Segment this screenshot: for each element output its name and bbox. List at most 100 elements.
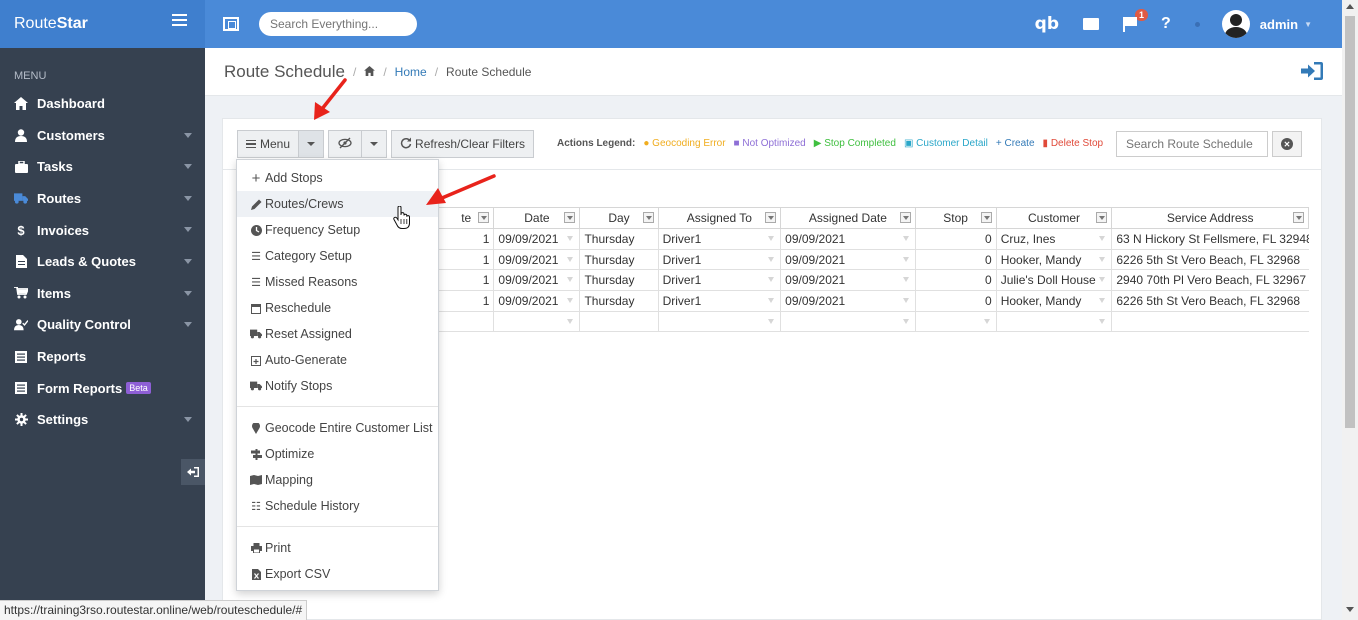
chevron-down-icon[interactable]: ▼: [1304, 20, 1312, 29]
cell-day: Thursday: [580, 291, 659, 311]
plus-icon: +: [251, 169, 261, 187]
menu-item-reset-assigned[interactable]: Reset Assigned: [237, 321, 438, 347]
menu-item-geocode-entire-customer-list[interactable]: Geocode Entire Customer List: [237, 415, 438, 441]
empty-cell: [916, 311, 997, 332]
sidebar-item-customers[interactable]: Customers: [0, 120, 205, 152]
cell-dropdown-icon: [768, 318, 775, 324]
table-row[interactable]: 1 09/09/2021 Thursday Driver1 09/09/2021 0 Jul…: [439, 270, 1309, 292]
cell-dropdown-icon: [768, 256, 775, 262]
cell-rate: 1: [439, 291, 495, 311]
menu-item-optimize[interactable]: Optimize: [237, 441, 438, 467]
column-header-service-address[interactable]: Service Address: [1112, 208, 1309, 228]
caret-down-icon: [184, 290, 192, 296]
column-header-stop[interactable]: Stop: [916, 208, 997, 228]
filter-icon[interactable]: [980, 212, 992, 223]
column-header-date[interactable]: Date: [494, 208, 581, 228]
file-icon: [14, 255, 28, 269]
menu-item-category-setup[interactable]: ☰ Category Setup: [237, 243, 438, 269]
caret-down-icon: [184, 416, 192, 422]
sidebar-toggle-icon[interactable]: [172, 14, 187, 29]
cell-customer: Hooker, Mandy: [997, 249, 1113, 270]
cell-assigned-date: 09/09/2021: [781, 249, 916, 270]
fullscreen-icon[interactable]: [223, 17, 239, 31]
sidebar-item-label: Settings: [37, 412, 89, 428]
filter-icon[interactable]: [642, 212, 654, 223]
sidebar-item-tasks[interactable]: Tasks: [0, 151, 205, 183]
column-header-customer[interactable]: Customer: [997, 208, 1113, 228]
menu-item-auto-generate[interactable]: Auto-Generate: [237, 347, 438, 373]
help-icon[interactable]: ?: [1161, 15, 1171, 33]
menu-item-missed-reasons[interactable]: ☰ Missed Reasons: [237, 269, 438, 295]
table-row[interactable]: 1 09/09/2021 Thursday Driver1 09/09/2021 0 Hoo…: [439, 249, 1309, 271]
notifications-flag-icon[interactable]: 1: [1123, 8, 1148, 32]
column-header-assigned-to[interactable]: Assigned To: [659, 208, 782, 228]
filter-icon[interactable]: [1096, 212, 1108, 223]
cell-rate: 1: [439, 270, 495, 291]
column-header-day[interactable]: Day: [580, 208, 659, 228]
table-row[interactable]: 1 09/09/2021 Thursday Driver1 09/09/2021 0 Hoo…: [439, 291, 1309, 312]
cell-stop: 0: [916, 291, 997, 311]
sidebar-item-dashboard[interactable]: Dashboard: [0, 88, 205, 120]
menu-item-print[interactable]: Print: [237, 535, 438, 561]
menu-item-mapping[interactable]: Mapping: [237, 467, 438, 493]
route-schedule-search-input[interactable]: [1116, 131, 1268, 157]
clear-search-button[interactable]: ✕: [1272, 131, 1302, 157]
quickbooks-icon[interactable]: qb: [1035, 14, 1059, 34]
scroll-up-arrow-icon[interactable]: [1346, 4, 1354, 9]
sidebar-item-items[interactable]: Items: [0, 278, 205, 310]
menu-dropdown-toggle[interactable]: [299, 130, 325, 158]
menu-item-reschedule[interactable]: Reschedule: [237, 295, 438, 321]
column-visibility-button[interactable]: [328, 130, 363, 158]
home-icon[interactable]: [364, 65, 376, 79]
menu-item-schedule-history[interactable]: ☷ Schedule History: [237, 493, 438, 519]
avatar[interactable]: [1221, 10, 1250, 38]
global-search-input[interactable]: [259, 12, 417, 36]
menu-item-notify-stops[interactable]: Notify Stops: [237, 373, 438, 399]
notification-badge: 1: [1134, 8, 1148, 21]
sidebar-item-invoices[interactable]: $ Invoices: [0, 214, 205, 246]
mail-icon[interactable]: [1083, 18, 1099, 30]
sidebar-item-label: Quality Control: [37, 317, 131, 333]
list-alt-icon: [14, 350, 28, 364]
cell-date: 09/09/2021: [494, 291, 581, 311]
top-navbar: RouteStar qb 1 ? admin ▼: [0, 0, 1342, 48]
column-header-assigned-date[interactable]: Assigned Date: [781, 208, 916, 228]
refresh-clear-filters-button[interactable]: Refresh/Clear Filters: [391, 130, 535, 158]
menu-divider: [237, 406, 438, 407]
menu-button[interactable]: Menu: [237, 130, 300, 158]
scrollbar-thumb[interactable]: [1345, 16, 1355, 428]
cell-dropdown-icon: [902, 256, 909, 262]
sidebar-item-reports[interactable]: Reports: [0, 341, 205, 373]
filter-icon[interactable]: [765, 212, 777, 223]
menu-item-export-csv[interactable]: Export CSV: [237, 561, 438, 587]
menu-item-add-stops[interactable]: + Add Stops: [237, 165, 438, 191]
id-card-icon: ▣: [903, 138, 914, 149]
sign-in-icon[interactable]: [1301, 62, 1323, 80]
page-scrollbar[interactable]: [1342, 0, 1358, 620]
filter-icon[interactable]: [899, 212, 911, 223]
table-row[interactable]: 1 09/09/2021 Thursday Driver1 09/09/2021 0 Cru…: [439, 229, 1309, 250]
cell-date: 09/09/2021: [494, 249, 581, 270]
brand-logo[interactable]: Route Star: [0, 0, 205, 48]
column-visibility-dropdown[interactable]: [362, 130, 388, 158]
beta-badge: Beta: [126, 382, 151, 395]
collapse-sidebar-icon[interactable]: [181, 459, 205, 485]
file-excel-icon: [250, 568, 262, 580]
cell-assigned-date: 09/09/2021: [781, 291, 916, 311]
bars-icon: [246, 138, 256, 151]
filter-icon[interactable]: [564, 212, 576, 223]
column-header[interactable]: te: [439, 208, 495, 228]
sidebar-item-quality-control[interactable]: Quality Control: [0, 309, 205, 341]
caret-down-icon: [184, 132, 192, 138]
hand-cursor-icon: [393, 206, 410, 229]
sidebar-item-routes[interactable]: Routes: [0, 183, 205, 215]
breadcrumb-home-link[interactable]: Home: [395, 65, 427, 79]
filter-icon[interactable]: [1293, 212, 1304, 223]
sidebar-item-leads-quotes[interactable]: Leads & Quotes: [0, 246, 205, 278]
sidebar-item-settings[interactable]: Settings: [0, 404, 205, 436]
filter-icon[interactable]: [478, 212, 490, 223]
user-name[interactable]: admin: [1260, 17, 1298, 32]
list-icon: ☰: [251, 276, 261, 289]
scroll-down-arrow-icon[interactable]: [1346, 607, 1354, 612]
sidebar-item-form-reports[interactable]: Form Reports Beta: [0, 372, 205, 404]
